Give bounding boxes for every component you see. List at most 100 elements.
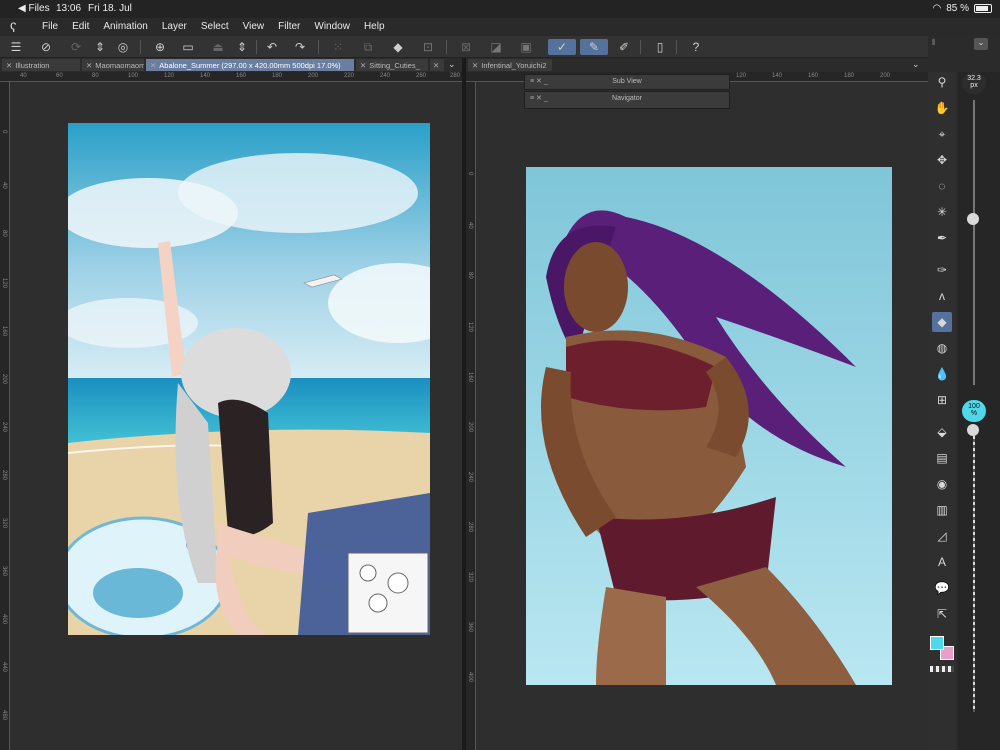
opacity-slider-knob[interactable] bbox=[967, 424, 979, 436]
tab-sitting-cuties[interactable]: ✕ Sitting_Cuties_ bbox=[356, 59, 428, 71]
illustration-beach-canvas[interactable] bbox=[68, 123, 430, 635]
close-icon[interactable]: ✕ bbox=[150, 61, 156, 70]
sub-view-palette[interactable]: ≡ ✕ _ Sub View bbox=[524, 74, 730, 90]
decoration-tool-icon[interactable]: ᴧ bbox=[932, 286, 952, 306]
open-folder-icon[interactable]: ▭ bbox=[180, 39, 196, 55]
illustration-character-canvas[interactable] bbox=[526, 167, 892, 685]
close-icon[interactable]: ✕ bbox=[433, 61, 439, 70]
clear-selection-icon[interactable]: ⁙ bbox=[330, 39, 346, 55]
tab-yoruichi[interactable]: ✕ Infentinal_Yoruichi2 bbox=[468, 59, 552, 71]
close-icon[interactable]: ✕ bbox=[86, 61, 92, 70]
brush-size-slider-track[interactable] bbox=[973, 100, 975, 385]
beach-illustration-image bbox=[68, 123, 430, 635]
new-canvas-icon[interactable]: ⊘ bbox=[38, 39, 54, 55]
pen-pressure-icon[interactable]: ✓ bbox=[548, 39, 576, 55]
right-canvas-tabs: ✕ Infentinal_Yoruichi2 ⌄ bbox=[466, 58, 928, 72]
grid-tool-icon[interactable]: ⊞ bbox=[932, 390, 952, 410]
brush-pressure-icon[interactable]: ✎ bbox=[580, 39, 608, 55]
tab-overflow[interactable]: ✕ bbox=[430, 59, 444, 71]
opacity-slider-track[interactable] bbox=[973, 430, 975, 712]
text-tool-icon[interactable]: A bbox=[932, 552, 952, 572]
blend-tool-icon[interactable]: ◍ bbox=[932, 338, 952, 358]
menu-help[interactable]: Help bbox=[364, 21, 385, 32]
battery-percent: 85 % bbox=[946, 3, 969, 14]
menu-filter[interactable]: Filter bbox=[278, 21, 300, 32]
character-illustration-image bbox=[526, 167, 892, 685]
brush-size-badge: 32.3 px bbox=[962, 72, 986, 94]
tab-illustration[interactable]: ✕ Illustration bbox=[2, 59, 80, 71]
dock-grip-icon[interactable]: ⦀ bbox=[932, 38, 936, 48]
menu-layer[interactable]: Layer bbox=[162, 21, 187, 32]
ruler-icon[interactable]: ⊠ bbox=[458, 39, 474, 55]
water-drop-icon[interactable]: 💧 bbox=[932, 364, 952, 384]
status-time: 13:06 bbox=[56, 3, 82, 14]
operation-tool-icon[interactable]: ⌖ bbox=[932, 124, 952, 144]
eyedropper-icon[interactable]: ✒ bbox=[932, 228, 952, 248]
close-icon[interactable]: ✕ bbox=[6, 61, 12, 70]
canvas-pane-left[interactable]: 40 60 80 100 120 140 160 180 200 220 240 260 2… bbox=[0, 72, 462, 750]
zoom-tool-icon[interactable]: ⚲ bbox=[932, 72, 952, 92]
frame-border-icon[interactable]: ▥ bbox=[932, 500, 952, 520]
opacity-badge: 100% bbox=[962, 400, 986, 422]
wifi-icon: ◠ bbox=[932, 3, 942, 14]
eraser-tool-icon[interactable]: ◆ bbox=[932, 312, 952, 332]
pencil-mode-icon[interactable]: ✐ bbox=[616, 39, 632, 55]
app-logo-icon[interactable]: ʕ bbox=[10, 20, 24, 35]
close-icon[interactable]: ✕ bbox=[472, 61, 478, 70]
tab-list-chevron-icon[interactable]: ⌄ bbox=[912, 59, 920, 70]
crop-icon[interactable]: ⊡ bbox=[420, 39, 436, 55]
close-icon[interactable]: ✕ bbox=[360, 61, 366, 70]
brush-size-slider-knob[interactable] bbox=[967, 213, 979, 225]
tab-maomao[interactable]: ✕Maomaomaomao bbox=[82, 59, 144, 71]
ios-status-bar: ◀ Files 13:06 Fri 18. Jul ◠ 85 % bbox=[0, 0, 1000, 18]
toolbar-divider bbox=[318, 40, 319, 54]
magic-wand-icon[interactable]: ✳ bbox=[932, 202, 952, 222]
help-icon[interactable]: ? bbox=[688, 39, 704, 55]
menu-animation[interactable]: Animation bbox=[103, 21, 147, 32]
dock-collapse-icon[interactable]: ⌄ bbox=[974, 38, 988, 50]
command-bar: ☰ ⊘ ⟳ ⇕ ◎ ⊕ ▭ ⏏ ⇕ ↶ ↷ ⁙ ⧉ ◆ ⊡ ⊠ ◪ ▣ ✓ ✎ … bbox=[0, 36, 928, 58]
fill-icon[interactable]: ◆ bbox=[390, 39, 406, 55]
gradient-tool-icon[interactable]: ▤ bbox=[932, 448, 952, 468]
ruler-horizontal: 40 60 80 100 120 140 160 180 200 220 240 260 2… bbox=[0, 72, 462, 82]
copy-icon[interactable]: ⧉ bbox=[360, 39, 376, 55]
toolbar-divider bbox=[676, 40, 677, 54]
redo-icon[interactable]: ↷ bbox=[292, 39, 308, 55]
transparent-color-swatch[interactable] bbox=[930, 666, 954, 672]
save-cloud-icon[interactable]: ⏏ bbox=[210, 39, 226, 55]
chevron-updown-icon[interactable]: ⇕ bbox=[234, 39, 250, 55]
toolbar-divider bbox=[256, 40, 257, 54]
toolbar-divider bbox=[446, 40, 447, 54]
hamburger-menu-icon[interactable]: ☰ bbox=[8, 39, 24, 55]
main-color-swatch[interactable] bbox=[930, 636, 944, 650]
correct-line-icon[interactable]: ⇱ bbox=[932, 604, 952, 624]
ruler-tool-icon[interactable]: ◿ bbox=[932, 526, 952, 546]
back-to-files-link[interactable]: ◀ Files bbox=[18, 3, 50, 14]
tab-list-chevron-icon[interactable]: ⌄ bbox=[448, 59, 456, 70]
navigator-palette[interactable]: ≡ ✕ _ Navigator bbox=[524, 91, 730, 109]
hand-tool-icon[interactable]: ✋ bbox=[932, 98, 952, 118]
settings-target-icon[interactable]: ◎ bbox=[115, 39, 131, 55]
menu-window[interactable]: Window bbox=[314, 21, 350, 32]
ruler-vertical: 0 40 80 120 160 200 240 280 320 360 400 bbox=[466, 82, 476, 750]
gradient-icon[interactable]: ◪ bbox=[488, 39, 504, 55]
tab-abalone-summer[interactable]: ✕ Abalone_Summer (297.00 x 420.00mm 500dp… bbox=[146, 59, 354, 71]
frame-icon[interactable]: ▣ bbox=[518, 39, 534, 55]
balloon-tool-icon[interactable]: 💬 bbox=[932, 578, 952, 598]
up-down-chevron-icon[interactable]: ⇕ bbox=[92, 39, 108, 55]
fill-bucket-icon[interactable]: ⬙ bbox=[932, 422, 952, 442]
canvas-pane-right[interactable]: 120 140 160 180 200 0 40 80 120 160 200 240 28… bbox=[466, 72, 928, 750]
menu-view[interactable]: View bbox=[243, 21, 265, 32]
figure-tool-icon[interactable]: ◉ bbox=[932, 474, 952, 494]
device-icon[interactable]: ▯ bbox=[652, 39, 668, 55]
move-tool-icon[interactable]: ✥ bbox=[932, 150, 952, 170]
menu-file[interactable]: File bbox=[42, 21, 58, 32]
disabled-action-icon[interactable]: ⟳ bbox=[68, 39, 84, 55]
new-file-icon[interactable]: ⊕ bbox=[152, 39, 168, 55]
toolbar-divider bbox=[140, 40, 141, 54]
lasso-tool-icon[interactable]: ◌ bbox=[932, 176, 952, 196]
pen-tool-icon[interactable]: ✑ bbox=[932, 260, 952, 280]
menu-select[interactable]: Select bbox=[201, 21, 229, 32]
undo-icon[interactable]: ↶ bbox=[264, 39, 280, 55]
menu-edit[interactable]: Edit bbox=[72, 21, 89, 32]
